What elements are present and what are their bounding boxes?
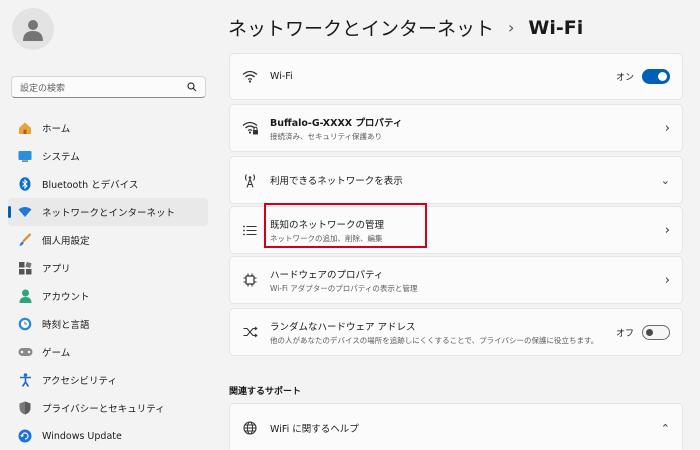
sidebar-item-label: アクセシビリティ <box>42 376 117 387</box>
breadcrumb-parent[interactable]: ネットワークとインターネット <box>228 14 494 41</box>
accessibility-icon <box>17 372 33 388</box>
user-icon <box>23 20 43 41</box>
chevron-up-icon: ⌃ <box>660 421 670 435</box>
wifi-icon <box>230 70 270 83</box>
sidebar-item-bluetooth[interactable]: Bluetooth とデバイス <box>8 170 208 198</box>
highlight-box <box>264 203 427 248</box>
gamepad-icon <box>17 344 33 360</box>
chevron-down-icon: ⌄ <box>660 173 670 187</box>
sidebar-item-home[interactable]: ホーム <box>8 114 208 142</box>
section-heading: 関連するサポート <box>229 387 302 397</box>
card-subtitle: 他の人があなたのデバイスの場所を追跡しにくくすることで、プライバシーの保護に役立… <box>270 335 599 345</box>
chevron-right-icon: › <box>664 120 670 136</box>
sidebar-item-system[interactable]: システム <box>8 142 208 170</box>
sidebar-item-label: アプリ <box>42 264 71 275</box>
page-title: Wi-Fi <box>528 16 584 39</box>
shuffle-icon <box>230 326 270 338</box>
sidebar-item-apps[interactable]: アプリ <box>8 254 208 282</box>
chevron-right-icon: › <box>664 272 670 288</box>
toggle-state-label: オン <box>615 73 634 83</box>
sidebar-item-label: ホーム <box>42 124 71 135</box>
sidebar-item-personalization[interactable]: 個人用設定 <box>8 226 208 254</box>
antenna-icon <box>230 173 270 188</box>
brush-icon <box>17 232 33 248</box>
toggle-state-label: オフ <box>615 328 634 339</box>
sidebar-item-windows-update[interactable]: Windows Update <box>8 422 208 450</box>
sidebar-item-accounts[interactable]: アカウント <box>8 282 208 310</box>
card-subtitle: Wi-Fi アダプターのプロパティの表示と管理 <box>270 283 418 293</box>
sidebar-item-label: Windows Update <box>42 430 122 442</box>
chevron-right-icon: › <box>664 222 670 238</box>
sidebar-item-accessibility[interactable]: アクセシビリティ <box>8 366 208 394</box>
apps-icon <box>17 260 33 276</box>
wifi-toggle-card[interactable]: Wi-Fi オン <box>229 53 683 100</box>
card-title: Wi-Fi <box>270 71 293 82</box>
search-icon <box>187 82 197 92</box>
card-title: Buffalo-G-XXXX プロパティ <box>270 117 403 129</box>
system-icon <box>17 148 33 164</box>
secured-wifi-icon <box>230 121 270 135</box>
sidebar-item-label: ネットワークとインターネット <box>42 208 176 219</box>
sidebar-item-label: Bluetooth とデバイス <box>42 180 139 191</box>
sidebar-item-label: システム <box>42 152 80 163</box>
card-title: ランダムなハードウェア アドレス <box>270 321 416 333</box>
card-title: 利用できるネットワークを表示 <box>270 176 403 187</box>
wifi-toggle[interactable] <box>642 69 670 84</box>
available-networks-card[interactable]: 利用できるネットワークを表示 ⌄ <box>229 156 683 204</box>
account-icon <box>17 288 33 304</box>
sidebar-item-label: プライバシーとセキュリティ <box>42 404 165 415</box>
sidebar-item-privacy[interactable]: プライバシーとセキュリティ <box>8 394 208 422</box>
sidebar-item-label: アカウント <box>42 292 90 303</box>
clock-icon <box>17 316 33 332</box>
wifi-help-card[interactable]: WiFi に関するヘルプ ⌃ <box>229 403 683 450</box>
sidebar-item-label: ゲーム <box>42 348 71 359</box>
globe-icon <box>230 421 270 435</box>
card-title: WiFi に関するヘルプ <box>270 424 359 435</box>
random-address-toggle[interactable] <box>642 324 670 340</box>
network-properties-card[interactable]: Buffalo-G-XXXX プロパティ 接続済み、セキュリティ保護あり › <box>229 104 683 152</box>
chip-icon <box>230 273 270 287</box>
sidebar-item-gaming[interactable]: ゲーム <box>8 338 208 366</box>
hardware-properties-card[interactable]: ハードウェアのプロパティ Wi-Fi アダプターのプロパティの表示と管理 › <box>229 256 683 304</box>
sidebar-item-time-language[interactable]: 時刻と言語 <box>8 310 208 338</box>
sidebar-item-label: 時刻と言語 <box>42 320 90 331</box>
random-hardware-address-card: ランダムなハードウェア アドレス 他の人があなたのデバイスの場所を追跡しにくくす… <box>229 308 683 356</box>
breadcrumb-separator: › <box>508 18 515 37</box>
breadcrumb: ネットワークとインターネット › Wi-Fi <box>228 14 583 41</box>
bluetooth-icon <box>17 176 33 192</box>
search-input[interactable]: 設定の検索 <box>20 81 187 94</box>
card-subtitle: 接続済み、セキュリティ保護あり <box>270 131 383 141</box>
wifi-icon <box>17 204 33 220</box>
sidebar-item-label: 個人用設定 <box>42 236 90 247</box>
card-title: ハードウェアのプロパティ <box>270 269 384 281</box>
sidebar-item-network[interactable]: ネットワークとインターネット <box>8 198 208 226</box>
home-icon <box>17 120 33 136</box>
search-box[interactable]: 設定の検索 <box>11 76 206 98</box>
shield-icon <box>17 400 33 416</box>
update-icon <box>17 428 33 444</box>
avatar[interactable] <box>12 8 54 50</box>
sidebar-nav: ホーム システム Bluetooth とデバイス ネットワークとインターネット … <box>8 114 208 450</box>
